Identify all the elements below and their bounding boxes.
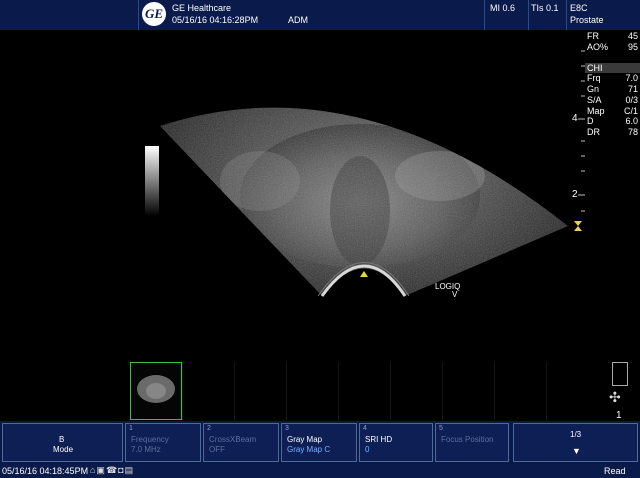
ultrasound-image[interactable] (0, 31, 640, 361)
preset-name: Prostate (570, 15, 604, 25)
depth-mark-2: 2 (572, 189, 578, 200)
operator-id: ADM (288, 15, 308, 25)
softkey-frequency[interactable]: 1 Frequency 7.0 MHz (125, 423, 201, 462)
softkey-b-mode[interactable]: B Mode (2, 423, 123, 462)
focus-zone-icon (574, 221, 582, 231)
tis-index: TIs 0.1 (531, 3, 559, 13)
company-name: GE Healthcare (172, 3, 232, 13)
cine-icon[interactable] (612, 362, 628, 386)
depth-scale (578, 50, 585, 212)
page-number: 1 (616, 410, 622, 421)
status-state: Read (604, 466, 626, 476)
system-label-line2: V (452, 290, 458, 299)
softkey-gray-map[interactable]: 3 Gray Map Gray Map C (281, 423, 357, 462)
exam-datetime: 05/16/16 04:16:28PM (172, 15, 259, 25)
cine-thumbnail-strip (0, 362, 600, 420)
softkey-sri-hd[interactable]: 4 SRI HD 0 (359, 423, 433, 462)
softkey-focus-position[interactable]: 5 Focus Position (435, 423, 509, 462)
page-down-icon[interactable]: ▼ (572, 446, 581, 456)
probe-name: E8C (570, 3, 588, 13)
thumbnail-image[interactable] (130, 362, 182, 420)
softkey-page-indicator[interactable]: 1/3 ▼ (513, 423, 638, 462)
system-datetime: 05/16/16 04:18:45PM (2, 466, 89, 476)
status-icons: ⌂▣☎◘▤ (90, 465, 135, 475)
logo-icon: GE (142, 2, 166, 26)
depth-mark-4: 4 (572, 113, 578, 124)
softkey-crossxbeam[interactable]: 2 CrossXBeam OFF (203, 423, 279, 462)
mi-index: MI 0.6 (490, 3, 516, 13)
grayscale-bar-icon (145, 146, 159, 216)
focus-marker-icon (360, 271, 368, 277)
trackball-icon[interactable]: ✣ (609, 389, 621, 406)
